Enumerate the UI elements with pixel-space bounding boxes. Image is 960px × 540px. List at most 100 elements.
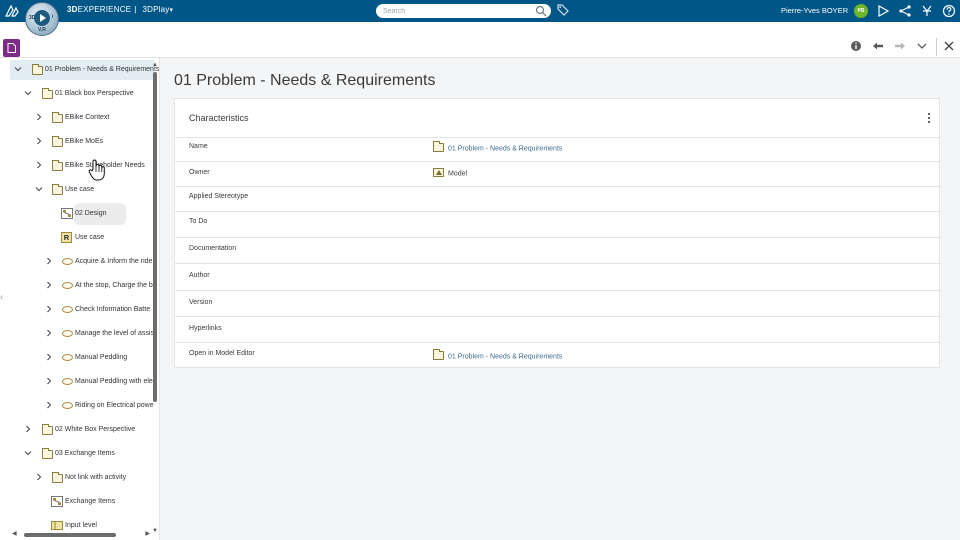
- tree-item[interactable]: Use case: [10, 180, 154, 200]
- tree-item[interactable]: 03 Exchange Items: [10, 444, 154, 464]
- chevron-right-icon[interactable]: [45, 353, 53, 361]
- more-options-icon[interactable]: [927, 113, 931, 125]
- usecase-icon: [62, 282, 73, 289]
- property-row[interactable]: Open in Model Editor 01 Problem - Needs …: [175, 342, 941, 368]
- share-icon[interactable]: [898, 4, 912, 18]
- tree-item[interactable]: At the stop, Charge the b: [10, 276, 154, 296]
- scroll-up-icon[interactable]: ▲: [152, 62, 158, 68]
- brand-title[interactable]: 3DEXPERIENCE | 3DPlay▾: [67, 5, 173, 14]
- brand-bold: 3D: [67, 5, 78, 14]
- chevron-right-icon[interactable]: [45, 377, 53, 385]
- tree-horizontal-scrollbar[interactable]: ◀ ▶: [12, 530, 150, 538]
- folder-icon: [52, 472, 63, 483]
- chevron-down-icon[interactable]: [24, 449, 32, 457]
- scroll-right-icon[interactable]: ▶: [145, 530, 150, 537]
- property-row[interactable]: Applied Stereotype: [175, 186, 941, 211]
- tree-item-label: Use case: [65, 186, 95, 193]
- tree-item-label: 01 Problem - Needs & Requirements: [45, 66, 160, 73]
- folder-icon: [42, 448, 53, 459]
- model-tree: 01 Problem - Needs & Requirements 01 Bla…: [10, 58, 160, 540]
- tree-item-label: EBike Context: [65, 114, 110, 121]
- tag-icon[interactable]: [556, 3, 570, 17]
- tree-item[interactable]: 01 Black box Perspective: [10, 84, 154, 104]
- user-name[interactable]: Pierre-Yves BOYER: [781, 6, 848, 15]
- tree-item[interactable]: EBike Stakeholder Needs: [10, 156, 154, 176]
- usecase-icon: [62, 258, 73, 265]
- search-icon[interactable]: [535, 5, 547, 17]
- tree-item-label: EBike MoEs: [65, 138, 104, 145]
- property-key: Owner: [189, 169, 210, 176]
- property-value[interactable]: Model: [433, 168, 467, 178]
- tree-vertical-scrollbar[interactable]: ▲ ▼: [152, 62, 158, 534]
- tree-item[interactable]: R Use case: [10, 228, 154, 248]
- play-icon[interactable]: [876, 4, 890, 18]
- apps-icon[interactable]: [920, 4, 934, 18]
- compass-icon[interactable]: 3D i V,R: [25, 2, 59, 36]
- chevron-down-icon[interactable]: [24, 89, 32, 97]
- tree-item[interactable]: Manual Peddling with ele: [10, 372, 154, 392]
- help-icon[interactable]: [942, 4, 956, 18]
- property-row[interactable]: Hyperlinks: [175, 316, 941, 342]
- chevron-right-icon[interactable]: [45, 305, 53, 313]
- tree-item-label: Manage the level of assis: [75, 330, 154, 337]
- open-in-editor-value: 01 Problem - Needs & Requirements: [448, 353, 563, 361]
- chevron-right-icon[interactable]: [35, 137, 43, 145]
- property-value[interactable]: 01 Problem - Needs & Requirements: [433, 141, 562, 153]
- property-key: Hyperlinks: [189, 325, 222, 332]
- property-key: Applied Stereotype: [189, 193, 249, 200]
- search-input[interactable]: [383, 6, 533, 16]
- property-row[interactable]: Documentation: [175, 237, 941, 263]
- brand-separator: |: [134, 5, 137, 14]
- avatar[interactable]: PB: [854, 4, 868, 18]
- tree-item[interactable]: Exchange Items: [10, 492, 154, 512]
- scroll-down-icon[interactable]: ▼: [152, 528, 158, 534]
- dassault-logo-icon[interactable]: [4, 3, 20, 19]
- tree-item[interactable]: 02 Design: [10, 204, 154, 224]
- tree-item[interactable]: Manage the level of assis: [10, 324, 154, 344]
- chevron-down-icon[interactable]: ▾: [170, 7, 174, 14]
- chevron-right-icon[interactable]: [24, 425, 32, 433]
- page-title: 01 Problem - Needs & Requirements: [174, 72, 436, 89]
- tree-item[interactable]: Manual Peddling: [10, 348, 154, 368]
- folder-icon: [42, 424, 53, 435]
- property-row[interactable]: Name 01 Problem - Needs & Requirements: [175, 137, 941, 161]
- tree-item[interactable]: Acquire & Inform the ride: [10, 252, 154, 272]
- tree-item[interactable]: 01 Problem - Needs & Requirements: [10, 60, 159, 80]
- close-icon[interactable]: [942, 39, 956, 53]
- tree-item[interactable]: 02 White Box Perspective: [10, 420, 154, 440]
- tree-item[interactable]: EBike MoEs: [10, 132, 154, 152]
- property-row[interactable]: Owner Model: [175, 161, 941, 186]
- property-row[interactable]: Version: [175, 290, 941, 316]
- document-button[interactable]: [3, 39, 20, 57]
- search-box[interactable]: [376, 4, 551, 18]
- chevron-right-icon[interactable]: [45, 401, 53, 409]
- chevron-right-icon[interactable]: [45, 281, 53, 289]
- chevron-right-icon[interactable]: [35, 113, 43, 121]
- scroll-thumb[interactable]: [24, 533, 116, 537]
- property-value[interactable]: 01 Problem - Needs & Requirements: [433, 349, 563, 361]
- tree-item[interactable]: Check Information Batte: [10, 300, 154, 320]
- scroll-thumb[interactable]: [153, 72, 157, 402]
- document-icon: [7, 43, 16, 53]
- chevron-right-icon[interactable]: [35, 161, 43, 169]
- forward-arrow-icon[interactable]: [893, 39, 907, 53]
- tree-item-label: Manual Peddling: [75, 354, 128, 361]
- collapse-panel-icon[interactable]: ‹: [0, 292, 9, 306]
- scroll-left-icon[interactable]: ◀: [12, 530, 17, 537]
- tree-item[interactable]: Not link with activity: [10, 468, 154, 488]
- property-row[interactable]: To Do: [175, 211, 941, 237]
- chevron-right-icon[interactable]: [45, 329, 53, 337]
- tree-item[interactable]: EBike Context: [10, 108, 154, 128]
- back-arrow-icon[interactable]: [871, 39, 885, 53]
- chevron-down-icon[interactable]: [14, 65, 22, 73]
- property-key: Documentation: [189, 245, 237, 252]
- chevron-right-icon[interactable]: [45, 257, 53, 265]
- property-row[interactable]: Author: [175, 263, 941, 290]
- tree-item-label: 01 Black box Perspective: [55, 90, 134, 97]
- usecase-icon: [62, 402, 73, 409]
- chevron-down-icon[interactable]: [35, 185, 43, 193]
- tree-item[interactable]: Riding on Electrical powe: [10, 396, 154, 416]
- info-icon[interactable]: [849, 39, 863, 53]
- chevron-right-icon[interactable]: [35, 473, 43, 481]
- chevron-down-icon[interactable]: [915, 39, 929, 53]
